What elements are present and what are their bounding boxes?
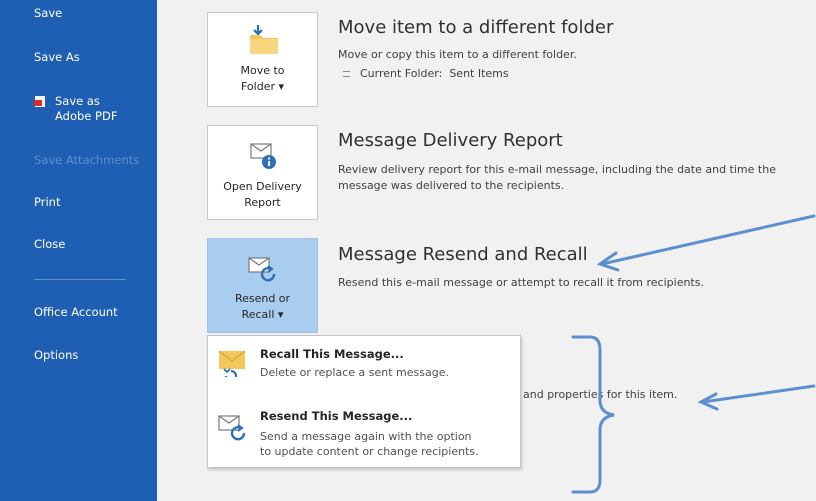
arrow-to-resend-title [600, 214, 816, 266]
annotation-overlay [571, 214, 816, 494]
arrow-to-properties [701, 384, 816, 404]
bracket-icon [571, 335, 615, 494]
